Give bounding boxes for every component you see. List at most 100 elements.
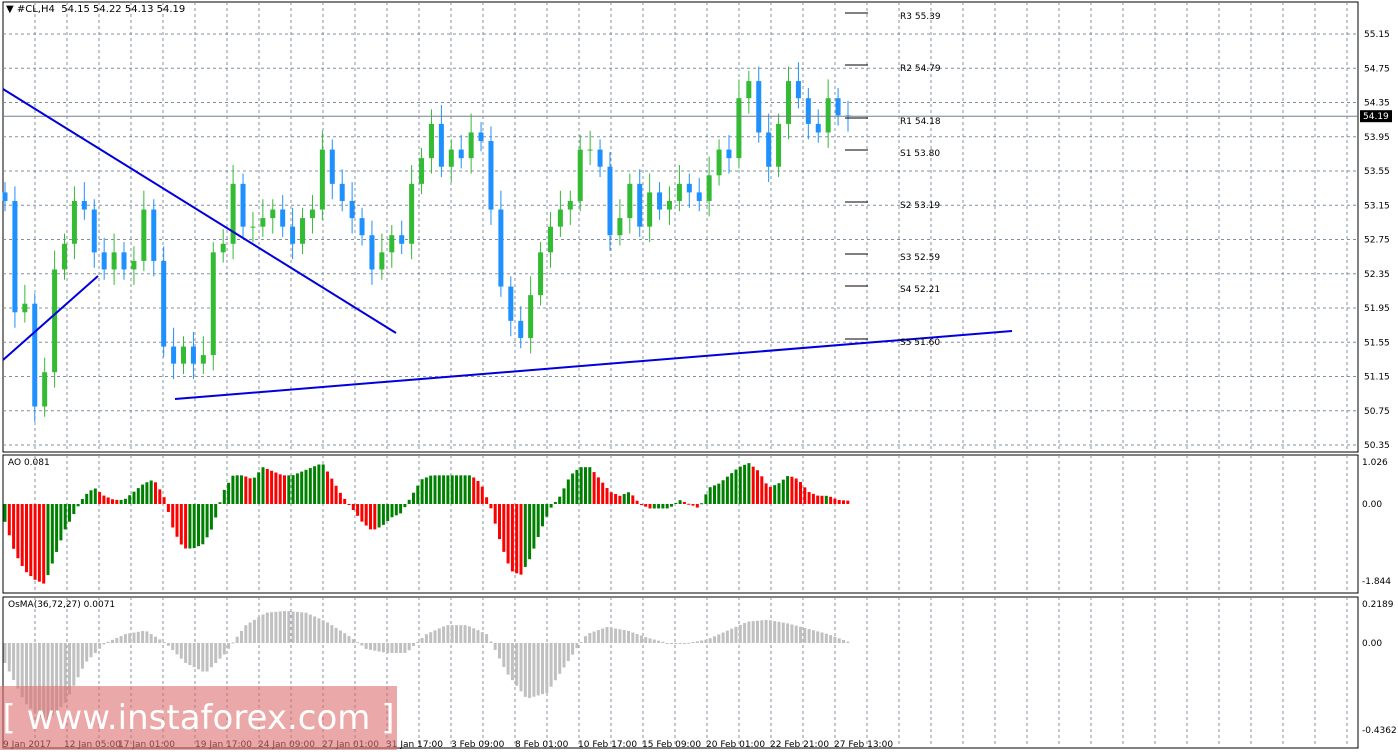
osma-bar: [80, 643, 84, 669]
osma-bar: [450, 625, 454, 643]
price-chart[interactable]: 55.15 54.75 54.35 53.95 53.55 53.15 52.75 52.35…: [0, 0, 1398, 755]
osma-bar: [674, 643, 678, 644]
candle-body: [746, 81, 752, 99]
ao-bar: [265, 468, 269, 504]
osma-bar: [265, 612, 269, 643]
price-tick: 50.35: [1364, 441, 1390, 451]
osma-bar: [222, 643, 226, 655]
osma-bar: [609, 627, 613, 643]
osma-bar: [123, 634, 127, 643]
ao-bar: [33, 504, 37, 580]
osma-bar: [201, 643, 205, 672]
ao-bar: [768, 486, 772, 504]
ao-bar: [227, 482, 231, 504]
ao-bar: [790, 476, 794, 504]
osma-bar: [455, 625, 458, 643]
ao-bar: [764, 483, 768, 504]
osma-bar: [407, 643, 411, 651]
osma-bar: [364, 643, 368, 649]
ao-bar: [7, 504, 11, 536]
price-tick: 53.95: [1364, 133, 1390, 143]
osma-bar: [661, 641, 665, 643]
osma-bar: [794, 625, 798, 643]
candle-body: [617, 218, 623, 236]
ao-bar: [510, 504, 514, 572]
osma-bar: [295, 611, 299, 643]
ao-bar: [541, 504, 544, 527]
candle-body: [498, 209, 504, 287]
osma-bar: [799, 626, 802, 643]
candle-body: [300, 218, 306, 244]
osma-bar: [85, 643, 89, 662]
ao-bar: [343, 498, 347, 504]
osma-bar: [209, 643, 213, 668]
osma-bar: [373, 643, 377, 651]
osma-bar: [665, 642, 669, 644]
osma-bar: [541, 643, 544, 695]
ao-bar: [313, 466, 317, 504]
osma-bar: [467, 626, 471, 643]
osma-bar: [7, 643, 11, 672]
ao-bar: [248, 478, 252, 504]
osma-bar: [270, 612, 274, 643]
osma-bar: [566, 643, 570, 662]
ao-bar: [93, 488, 97, 504]
ao-bar: [111, 499, 114, 504]
osma-bar: [287, 611, 291, 643]
ao-bar: [811, 493, 815, 504]
osma-bar: [824, 633, 828, 643]
ao-bar: [197, 504, 200, 547]
pivot-label: S5 51.60: [900, 338, 940, 348]
osma-bar: [463, 625, 467, 643]
osma-bar: [412, 643, 415, 646]
osma-bar: [390, 643, 394, 653]
osma-bar: [519, 643, 523, 692]
osma-bar: [648, 638, 652, 643]
ao-bar: [261, 467, 265, 504]
candle-body: [151, 209, 157, 261]
ao-bar: [308, 468, 312, 504]
osma-bar: [244, 625, 248, 643]
candle-body: [567, 200, 573, 210]
ao-bar: [773, 485, 777, 504]
ao-bar: [287, 475, 291, 504]
osma-bar: [790, 624, 794, 643]
osma-bar: [420, 637, 424, 643]
ao-bar: [252, 477, 256, 504]
ao-bar: [575, 469, 579, 504]
osma-bar: [227, 643, 231, 649]
osma-bar: [399, 643, 403, 653]
osma-bar: [592, 631, 596, 643]
ao-bar: [218, 502, 222, 504]
osma-bar: [670, 643, 673, 644]
ao-bar: [98, 492, 102, 504]
ao-bar: [214, 504, 218, 518]
ao-bar: [205, 504, 209, 538]
osma-bar: [781, 622, 785, 643]
osma-bar: [614, 628, 618, 643]
candle-body: [250, 226, 256, 228]
candle-body: [587, 149, 593, 151]
osma-bar: [489, 641, 493, 643]
candle-body: [696, 192, 702, 201]
ao-bar: [760, 476, 764, 504]
ao-bar: [351, 504, 355, 511]
candle-body: [766, 132, 772, 167]
candle-body: [52, 269, 58, 373]
ao-bar: [682, 501, 686, 504]
price-tick: 52.75: [1364, 236, 1390, 246]
osma-bar: [338, 630, 342, 643]
ao-bar: [295, 473, 299, 504]
osma-bar: [635, 634, 639, 643]
osma-bar: [218, 643, 222, 659]
price-tick: 51.55: [1364, 338, 1390, 348]
candle-body: [12, 200, 18, 313]
ao-bar: [321, 464, 325, 504]
ao-bar: [450, 475, 454, 504]
ao-bar: [433, 475, 437, 504]
ao-bar: [523, 504, 527, 567]
osma-bar: [128, 633, 132, 643]
ao-label: AO 0.081: [8, 458, 50, 468]
candle-body: [171, 346, 177, 364]
osma-bar: [476, 630, 480, 643]
